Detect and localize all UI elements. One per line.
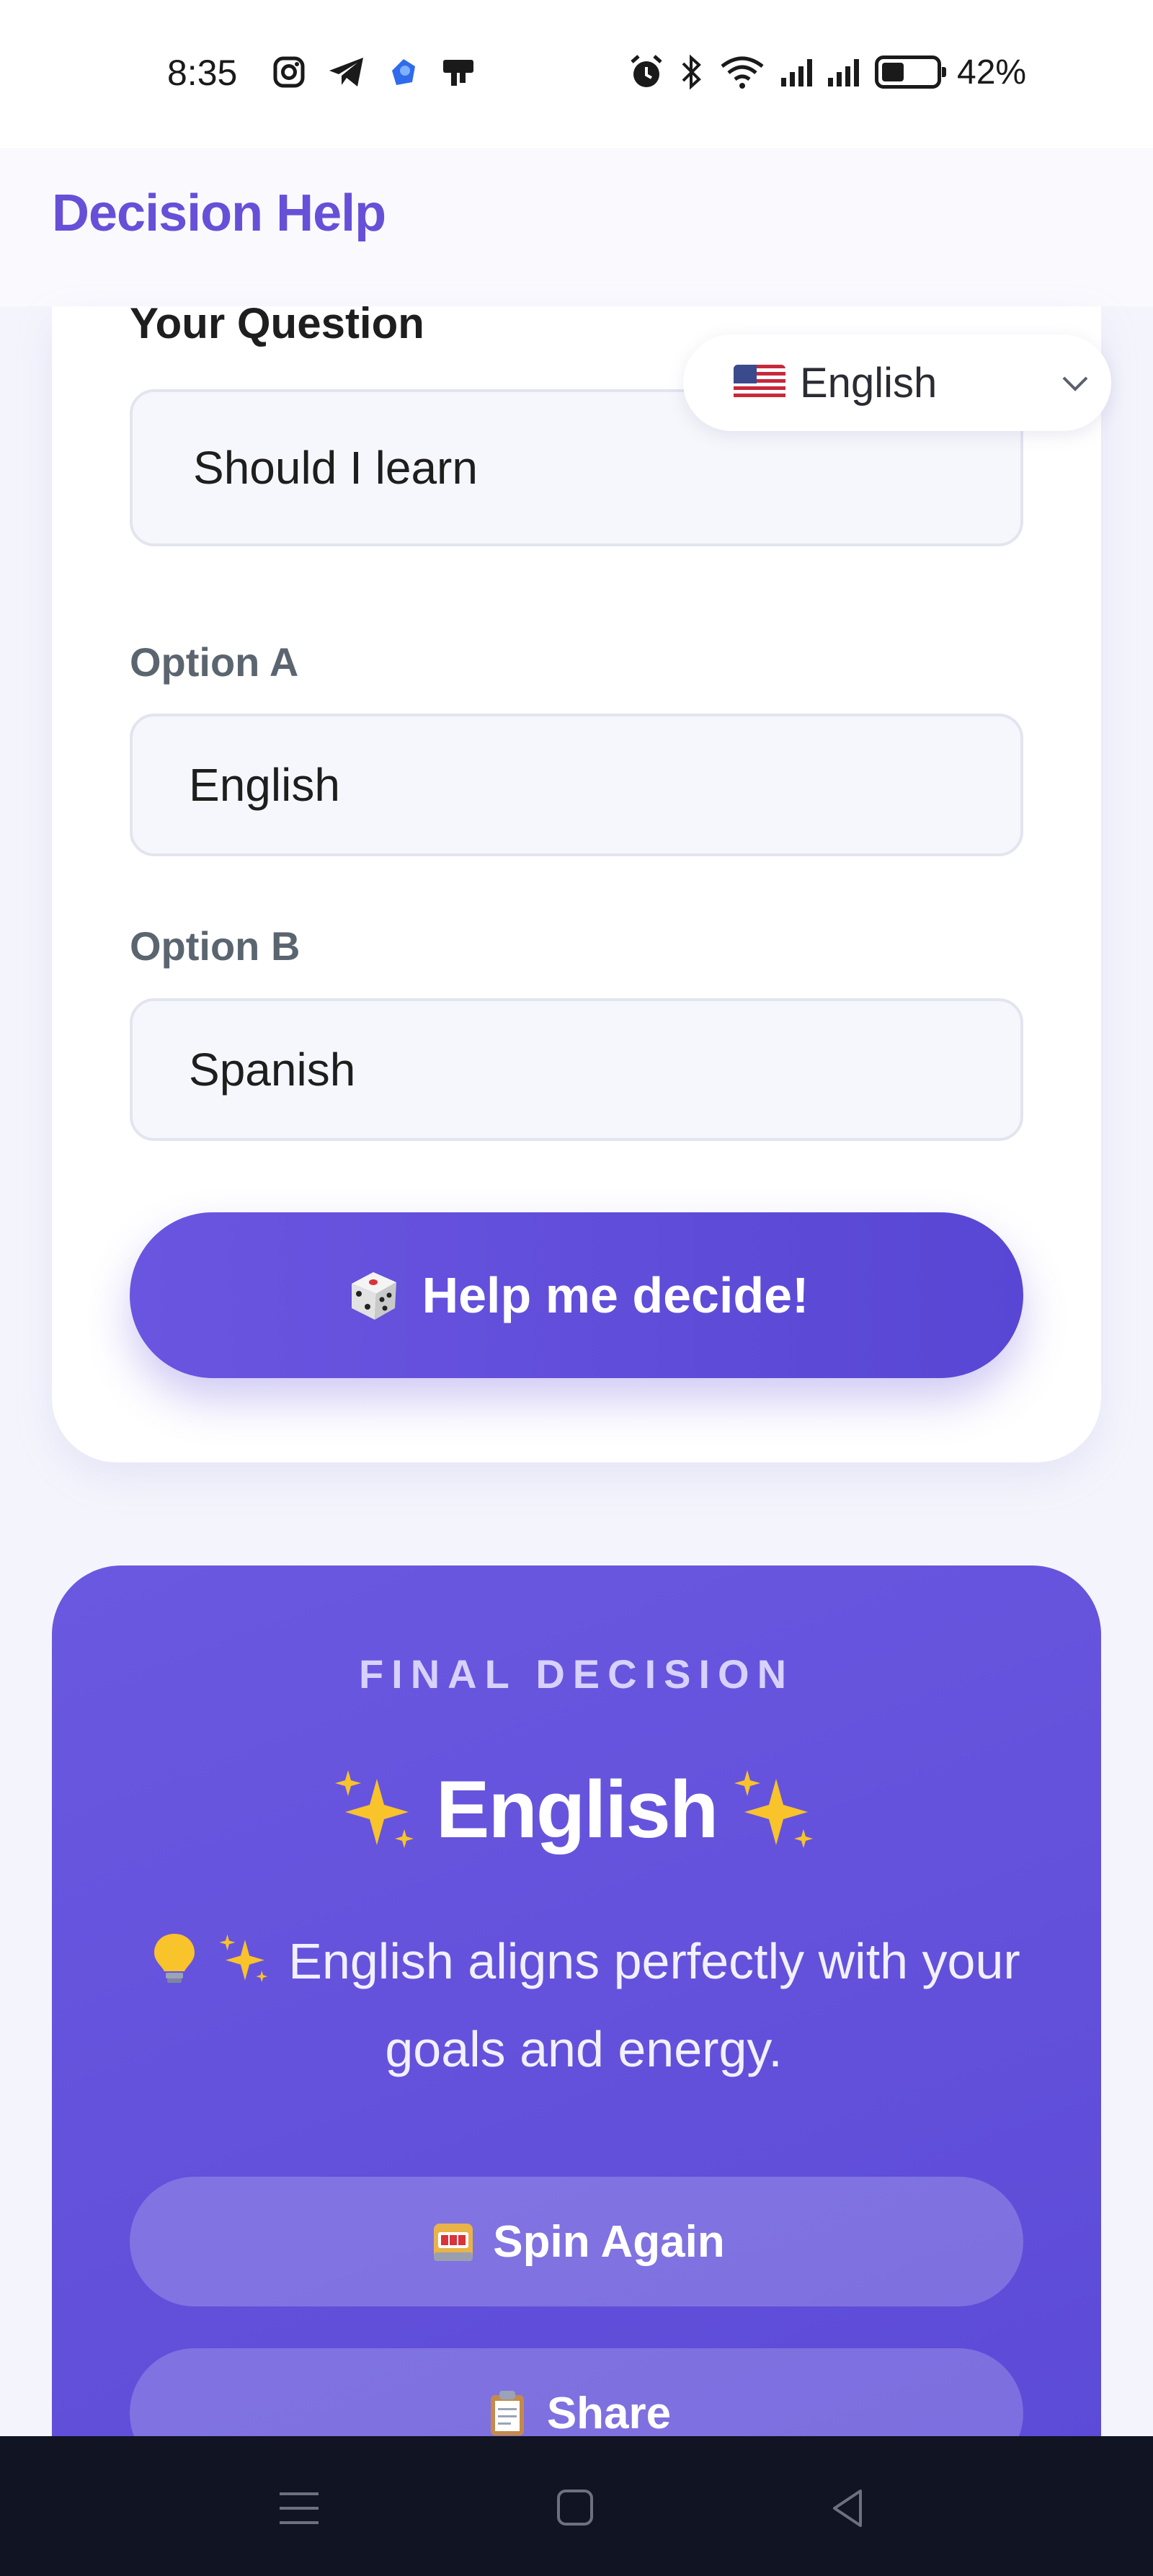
signal-icon xyxy=(781,58,812,86)
option-a-label: Option A xyxy=(130,639,299,685)
spin-again-button[interactable]: Spin Again xyxy=(130,2177,1023,2306)
help-me-decide-button[interactable]: Help me decide! xyxy=(130,1212,1023,1378)
final-decision-text: English xyxy=(435,1764,718,1855)
help-me-decide-label: Help me decide! xyxy=(422,1267,809,1323)
bluetooth-icon xyxy=(682,54,701,90)
battery-percent: 42% xyxy=(957,53,1027,92)
telegram-icon xyxy=(329,58,363,86)
spin-again-label: Spin Again xyxy=(493,2216,725,2267)
final-decision-choice: English xyxy=(0,1759,1153,1860)
back-icon[interactable] xyxy=(823,2485,873,2531)
option-a-value: English xyxy=(189,759,340,811)
sparkles-icon xyxy=(734,1770,814,1848)
status-right-icons: 42% xyxy=(628,52,1026,92)
option-b-input[interactable]: Spanish xyxy=(130,998,1023,1141)
final-decision-reason-text: English aligns perfectly with your goals… xyxy=(288,1933,1020,2077)
notification-icon xyxy=(443,60,473,86)
option-a-input[interactable]: English xyxy=(130,714,1023,856)
instagram-icon xyxy=(273,56,305,88)
option-b-value: Spanish xyxy=(189,1044,356,1096)
battery-icon xyxy=(875,55,946,89)
lightbulb-icon xyxy=(154,1934,195,1983)
final-decision-label: FINAL DECISION xyxy=(358,1651,795,1697)
option-b-label: Option B xyxy=(130,923,301,969)
us-flag-icon xyxy=(734,365,785,401)
language-select[interactable]: English xyxy=(683,334,1111,431)
slot-machine-icon xyxy=(434,2224,473,2261)
sparkles-icon xyxy=(219,1934,268,1983)
app-icon xyxy=(392,59,415,85)
final-decision-reason: English aligns perfectly with your goals… xyxy=(130,1917,1038,2093)
sparkles-icon xyxy=(334,1770,414,1848)
share-label: Share xyxy=(546,2388,672,2438)
status-time: 8:35 xyxy=(167,53,238,93)
home-icon[interactable] xyxy=(550,2485,600,2531)
menu-icon[interactable] xyxy=(274,2485,324,2531)
language-select-value: English xyxy=(800,359,938,407)
status-bar: 8:35 42% xyxy=(0,0,1153,148)
signal-icon xyxy=(828,58,859,86)
wifi-icon xyxy=(721,56,764,89)
chevron-down-icon xyxy=(1062,376,1088,391)
alarm-icon xyxy=(631,55,662,87)
status-left-icons xyxy=(272,52,476,92)
screen: 8:35 42% Decision Help Your Question Sho… xyxy=(0,0,1153,2576)
page-title: Decision Help xyxy=(52,185,386,242)
question-input-value: Should I learn xyxy=(193,442,478,494)
clipboard-icon xyxy=(490,2391,524,2435)
dice-icon xyxy=(351,1272,396,1320)
question-label: Your Question xyxy=(130,299,424,347)
